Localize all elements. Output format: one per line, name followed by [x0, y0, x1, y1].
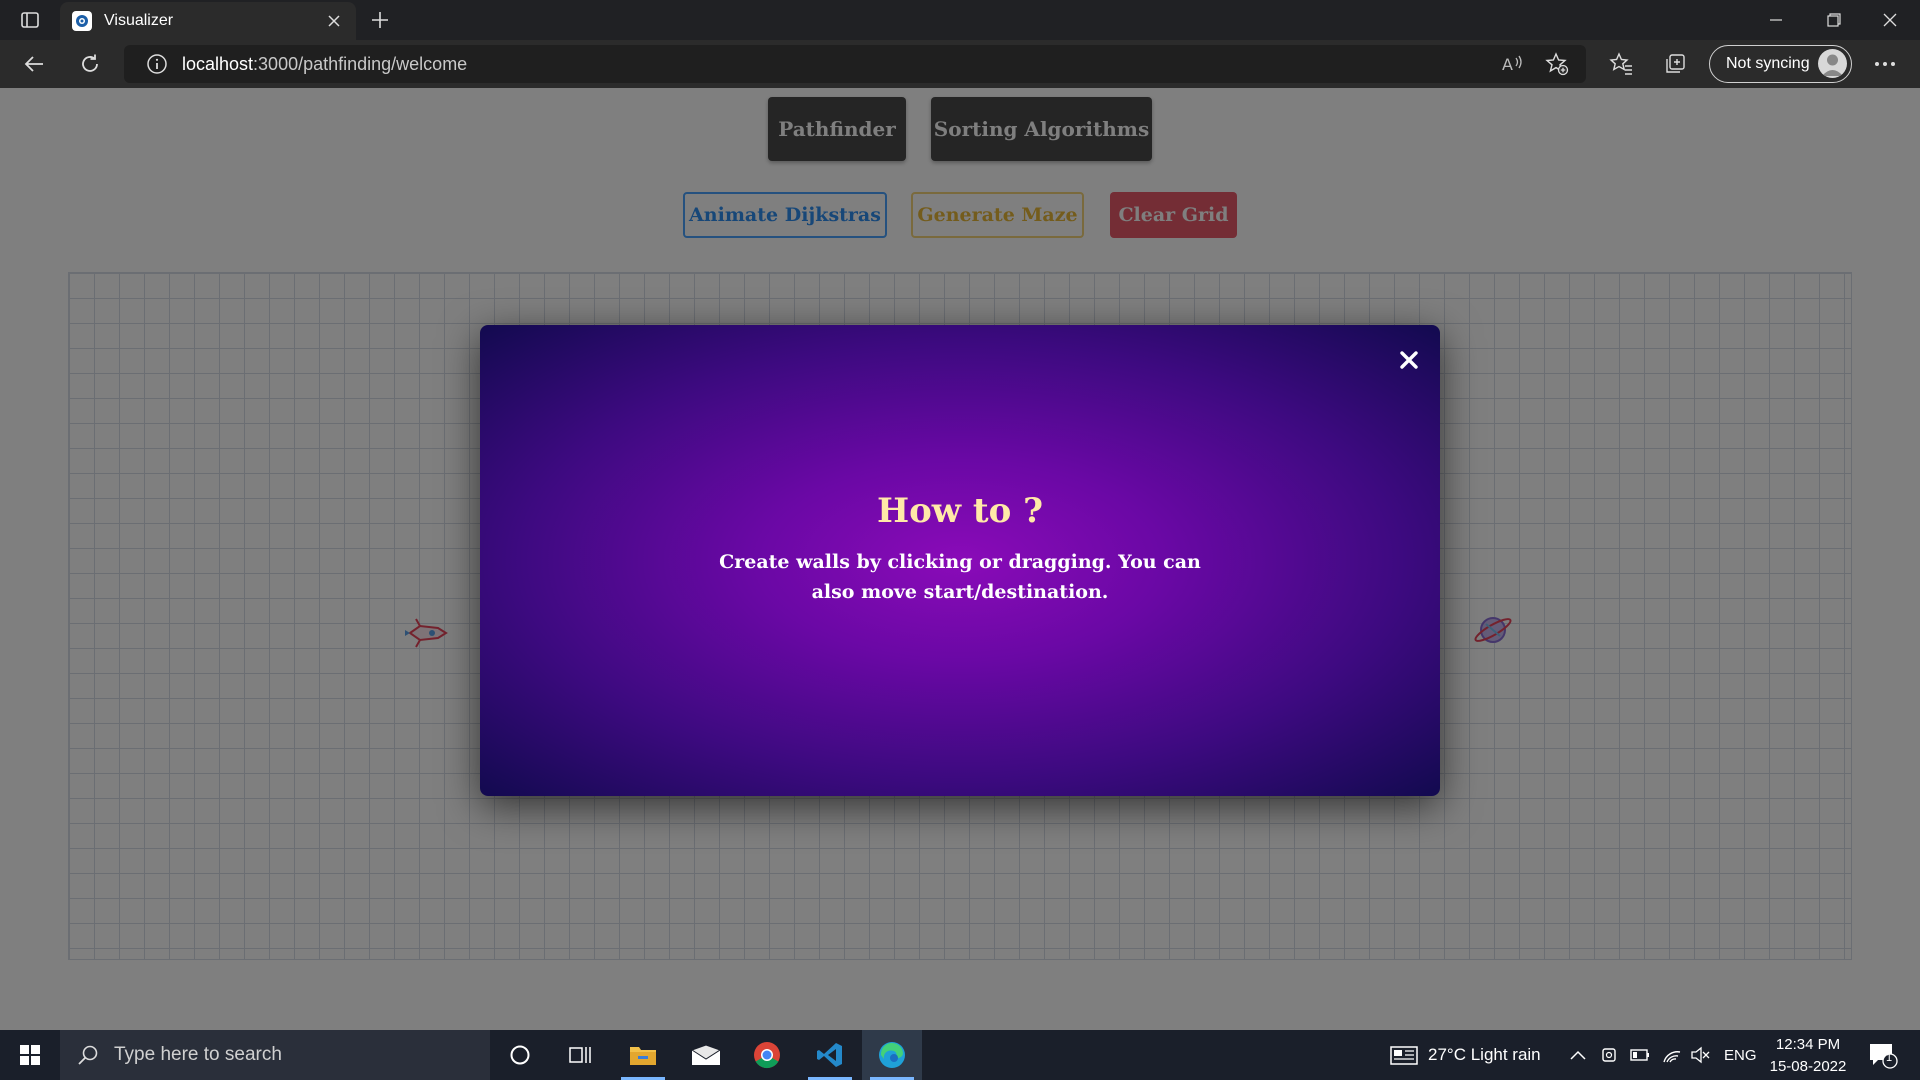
site-info-icon[interactable] — [146, 53, 168, 75]
avatar — [1818, 49, 1847, 78]
add-favorite-icon[interactable] — [1542, 50, 1572, 78]
back-icon[interactable] — [16, 48, 52, 80]
battery-icon[interactable] — [1630, 1030, 1650, 1080]
weather-text: 27°C Light rain — [1428, 1045, 1541, 1064]
chrome-icon[interactable] — [737, 1030, 797, 1080]
taskbar-search-input[interactable]: Type here to search — [60, 1030, 490, 1080]
file-explorer-icon[interactable] — [613, 1030, 673, 1080]
url-host: localhost — [182, 53, 254, 74]
address-bar: localhost:3000/pathfinding/welcome A Not… — [0, 40, 1920, 88]
page-content: Pathfinder Sorting Algorithms Animate Di… — [0, 88, 1920, 1030]
modal-description: Create walls by clicking or dragging. Yo… — [719, 551, 1201, 603]
volume-muted-icon[interactable] — [1690, 1030, 1710, 1080]
mail-icon[interactable] — [676, 1030, 736, 1080]
vscode-icon[interactable] — [800, 1030, 860, 1080]
tab-actions-icon[interactable] — [12, 8, 48, 32]
clock[interactable]: 12:34 PM 15-08-2022 — [1760, 1034, 1856, 1078]
wifi-icon[interactable] — [1662, 1030, 1682, 1080]
weather-widget[interactable]: 27°C Light rain — [1390, 1030, 1541, 1080]
restore-icon[interactable] — [1806, 0, 1862, 40]
notification-count: 1 — [1886, 1052, 1893, 1064]
cortana-icon[interactable] — [490, 1030, 550, 1080]
close-icon[interactable] — [1394, 345, 1424, 375]
close-window-icon[interactable] — [1862, 0, 1918, 40]
edge-icon[interactable] — [862, 1030, 922, 1080]
news-icon — [1390, 1046, 1418, 1065]
url-path: :3000/pathfinding/welcome — [253, 53, 468, 74]
browser-tab[interactable]: Visualizer — [60, 2, 356, 40]
clock-time: 12:34 PM — [1775, 1036, 1841, 1053]
task-view-icon[interactable] — [550, 1030, 610, 1080]
more-options-icon[interactable] — [1870, 50, 1900, 78]
search-icon — [76, 1043, 100, 1067]
read-aloud-icon[interactable]: A — [1498, 50, 1528, 78]
profile-sync-button[interactable]: Not syncing — [1709, 45, 1852, 83]
svg-text:A: A — [1502, 55, 1513, 74]
sync-label: Not syncing — [1726, 55, 1810, 72]
favorites-icon[interactable] — [1606, 50, 1636, 78]
meet-now-icon[interactable] — [1600, 1030, 1618, 1080]
modal-title: How to ? — [876, 491, 1044, 531]
collections-icon[interactable] — [1660, 50, 1690, 78]
refresh-icon[interactable] — [72, 48, 108, 80]
taskbar: Type here to search 27°C Light rain ENG … — [0, 1030, 1920, 1080]
search-placeholder: Type here to search — [114, 1044, 282, 1065]
browser-tab-bar: Visualizer — [0, 0, 1920, 40]
eye-favicon-icon — [72, 11, 92, 31]
tab-close-icon[interactable] — [324, 11, 344, 31]
clock-date: 15-08-2022 — [1769, 1058, 1847, 1075]
how-to-modal: How to ? Create walls by clicking or dra… — [480, 325, 1440, 796]
minimize-icon[interactable] — [1748, 0, 1804, 40]
windows-start-icon[interactable] — [0, 1030, 60, 1080]
new-tab-icon[interactable] — [366, 6, 394, 34]
language-indicator[interactable]: ENG — [1724, 1030, 1757, 1080]
notifications-icon[interactable]: 1 — [1868, 1030, 1898, 1080]
show-hidden-icons[interactable] — [1570, 1030, 1586, 1080]
tab-title: Visualizer — [104, 12, 174, 29]
url-input[interactable]: localhost:3000/pathfinding/welcome — [124, 45, 1586, 83]
